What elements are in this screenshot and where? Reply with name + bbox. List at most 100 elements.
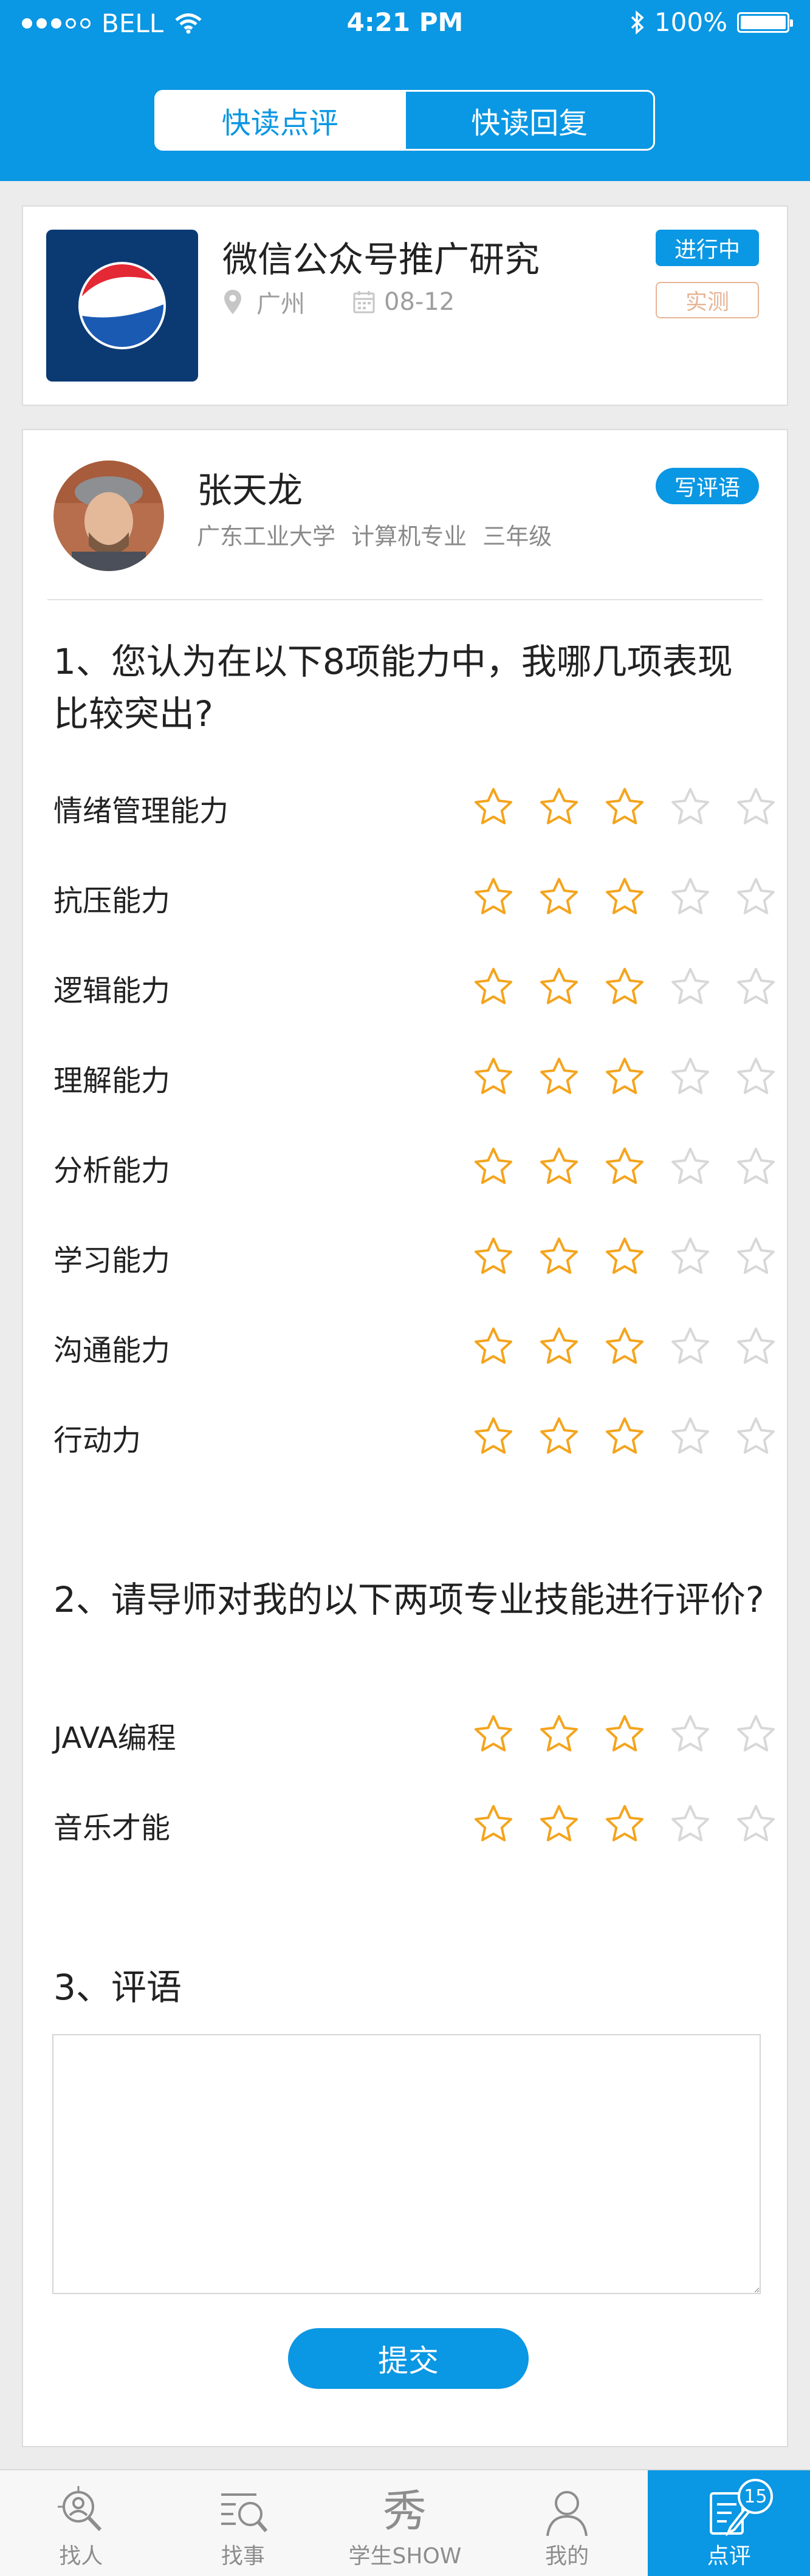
write-comment-button[interactable]: 写评语 — [656, 468, 759, 504]
star-filled-icon[interactable] — [472, 1236, 515, 1282]
find-task-icon — [221, 2493, 268, 2532]
find-person-icon — [58, 2486, 102, 2532]
rating-label: JAVA编程 — [53, 1721, 176, 1755]
star-filled-icon[interactable] — [603, 1416, 647, 1462]
rating-row: 情绪管理能力 — [53, 784, 783, 832]
rating-row: 行动力 — [53, 1413, 783, 1462]
type-badge: 实测 — [656, 282, 759, 318]
star-filled-icon[interactable] — [537, 1713, 581, 1759]
tab-label: 找人 — [59, 2544, 103, 2569]
comment-textarea[interactable] — [52, 2034, 761, 2294]
rating-row: JAVA编程 — [53, 1711, 783, 1759]
star-filled-icon[interactable] — [537, 1803, 581, 1849]
tab-find-task[interactable]: 找事 — [162, 2470, 324, 2576]
star-empty-icon[interactable] — [668, 1416, 712, 1462]
rating-label: 学习能力 — [53, 1244, 171, 1278]
segment-quick-reply[interactable]: 快读回复 — [403, 92, 654, 149]
star-empty-icon[interactable] — [668, 1146, 712, 1192]
star-empty-icon[interactable] — [668, 876, 712, 922]
star-empty-icon[interactable] — [668, 1713, 712, 1759]
tab-label: 学生SHOW — [348, 2544, 462, 2569]
star-filled-icon[interactable] — [472, 786, 515, 832]
star-rating — [472, 1056, 778, 1102]
star-filled-icon[interactable] — [537, 1236, 581, 1282]
tab-review[interactable]: 15 点评 — [648, 2470, 810, 2576]
segment-quick-review[interactable]: 快读点评 — [156, 92, 404, 149]
star-filled-icon[interactable] — [472, 1056, 515, 1102]
project-meta: 广州 08-12 — [222, 284, 455, 320]
student-grade: 三年级 — [482, 523, 552, 550]
star-empty-icon[interactable] — [668, 786, 712, 832]
tab-bar: 找人 找事 秀 学生SHOW 我的 15 点评 — [0, 2469, 810, 2576]
star-filled-icon[interactable] — [472, 1326, 515, 1372]
avatar — [53, 461, 164, 571]
student-name: 张天龙 — [197, 470, 303, 511]
star-filled-icon[interactable] — [472, 876, 515, 922]
star-empty-icon[interactable] — [668, 1056, 712, 1102]
star-filled-icon[interactable] — [603, 876, 647, 922]
star-filled-icon[interactable] — [603, 1146, 647, 1192]
battery-percent: 100% — [654, 7, 727, 37]
star-filled-icon[interactable] — [603, 1803, 647, 1849]
rating-label: 分析能力 — [53, 1154, 171, 1188]
star-empty-icon[interactable] — [668, 966, 712, 1012]
star-filled-icon[interactable] — [603, 966, 647, 1012]
star-filled-icon[interactable] — [472, 1803, 515, 1849]
project-logo — [46, 230, 198, 382]
star-filled-icon[interactable] — [537, 1416, 581, 1462]
project-date: 08-12 — [384, 288, 455, 316]
star-empty-icon[interactable] — [734, 876, 778, 922]
battery-icon — [737, 12, 793, 33]
star-empty-icon[interactable] — [734, 1056, 778, 1102]
star-empty-icon[interactable] — [668, 1236, 712, 1282]
project-card[interactable]: 微信公众号推广研究 广州 08-12 进行中 实测 — [22, 205, 788, 406]
star-empty-icon[interactable] — [734, 1713, 778, 1759]
location-icon — [224, 290, 241, 314]
notification-badge: 15 — [738, 2479, 774, 2514]
star-empty-icon[interactable] — [734, 1236, 778, 1282]
student-school: 广东工业大学 — [197, 523, 336, 550]
star-filled-icon[interactable] — [472, 966, 515, 1012]
student-info: 广东工业大学 计算机专业 三年级 — [197, 518, 552, 551]
star-filled-icon[interactable] — [472, 1713, 515, 1759]
star-filled-icon[interactable] — [603, 786, 647, 832]
star-filled-icon[interactable] — [537, 1146, 581, 1192]
star-filled-icon[interactable] — [537, 966, 581, 1012]
tab-find-person[interactable]: 找人 — [0, 2470, 162, 2576]
student-major: 计算机专业 — [351, 523, 467, 550]
rating-row: 理解能力 — [53, 1053, 783, 1102]
star-rating — [472, 1416, 778, 1462]
star-empty-icon[interactable] — [734, 1326, 778, 1372]
star-empty-icon[interactable] — [668, 1803, 712, 1849]
star-filled-icon[interactable] — [537, 876, 581, 922]
star-filled-icon[interactable] — [472, 1416, 515, 1462]
submit-button[interactable]: 提交 — [288, 2328, 529, 2389]
star-filled-icon[interactable] — [603, 1326, 647, 1372]
star-empty-icon[interactable] — [734, 1803, 778, 1849]
star-filled-icon[interactable] — [537, 1326, 581, 1372]
rating-row: 学习能力 — [53, 1233, 783, 1282]
rating-row: 分析能力 — [53, 1143, 783, 1192]
star-filled-icon[interactable] — [537, 786, 581, 832]
star-filled-icon[interactable] — [472, 1146, 515, 1192]
tab-student-show[interactable]: 秀 学生SHOW — [324, 2470, 486, 2576]
star-filled-icon[interactable] — [603, 1056, 647, 1102]
question-1: 1、您认为在以下8项能力中，我哪几项表现比较突出? — [53, 641, 733, 735]
status-bar: BELL 4:21 PM 100% — [0, 0, 810, 45]
star-empty-icon[interactable] — [734, 966, 778, 1012]
rating-row: 逻辑能力 — [53, 964, 783, 1012]
star-empty-icon[interactable] — [734, 786, 778, 832]
star-filled-icon[interactable] — [603, 1713, 647, 1759]
divider — [47, 599, 763, 600]
star-filled-icon[interactable] — [537, 1056, 581, 1102]
star-filled-icon[interactable] — [603, 1236, 647, 1282]
star-empty-icon[interactable] — [734, 1146, 778, 1192]
rating-label: 逻辑能力 — [53, 974, 171, 1008]
tab-mine[interactable]: 我的 — [486, 2470, 648, 2576]
rating-row: 抗压能力 — [53, 874, 783, 922]
star-empty-icon[interactable] — [734, 1416, 778, 1462]
profile-icon — [546, 2491, 588, 2537]
star-rating — [472, 966, 778, 1012]
star-rating — [472, 1803, 778, 1849]
star-empty-icon[interactable] — [668, 1326, 712, 1372]
